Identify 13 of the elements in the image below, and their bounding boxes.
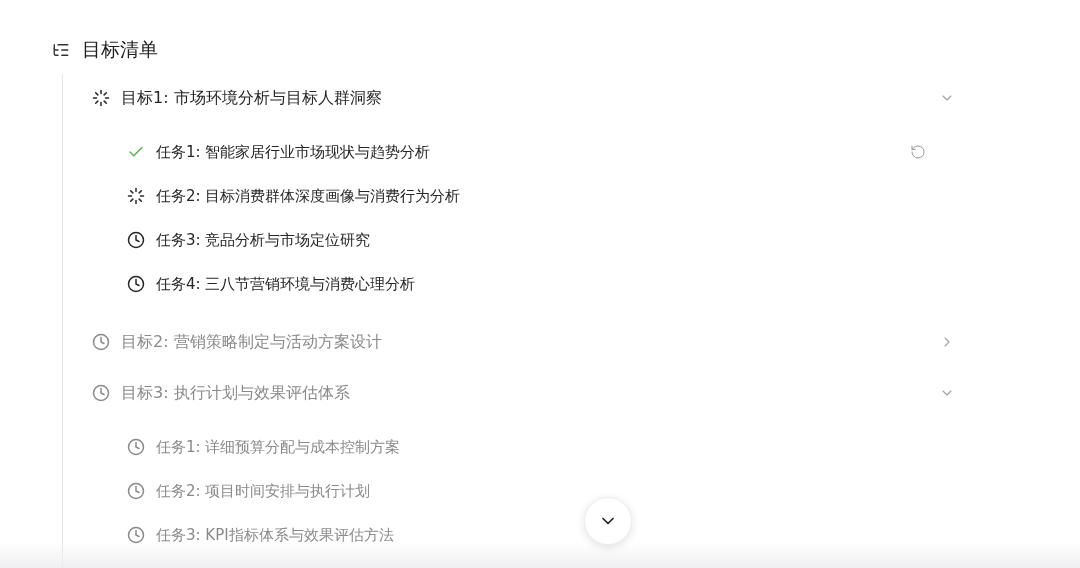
task-title: 任务3: KPI指标体系与效果评估方法 [156,525,395,545]
task-title: 任务2: 目标消费群体深度画像与消费行为分析 [156,186,462,206]
task-title: 任务1: 智能家居行业市场现状与趋势分析 [156,142,432,162]
list-tree-icon [52,41,70,59]
task-title: 任务2: 项目时间安排与执行计划 [156,481,372,501]
retry-icon[interactable] [910,144,926,160]
goal-title: 目标2: 营销策略制定与活动方案设计 [121,331,383,353]
task-title: 任务1: 详细预算分配与成本控制方案 [156,437,402,457]
task-title: 任务4: 三八节营销环境与消费心理分析 [156,274,417,294]
goal-title: 目标3: 执行计划与效果评估体系 [121,382,351,404]
goal-title: 目标1: 市场环境分析与目标人群洞察 [121,87,383,109]
task-title: 任务3: 竞品分析与市场定位研究 [156,230,372,250]
panel-title: 目标清单 [82,37,158,62]
